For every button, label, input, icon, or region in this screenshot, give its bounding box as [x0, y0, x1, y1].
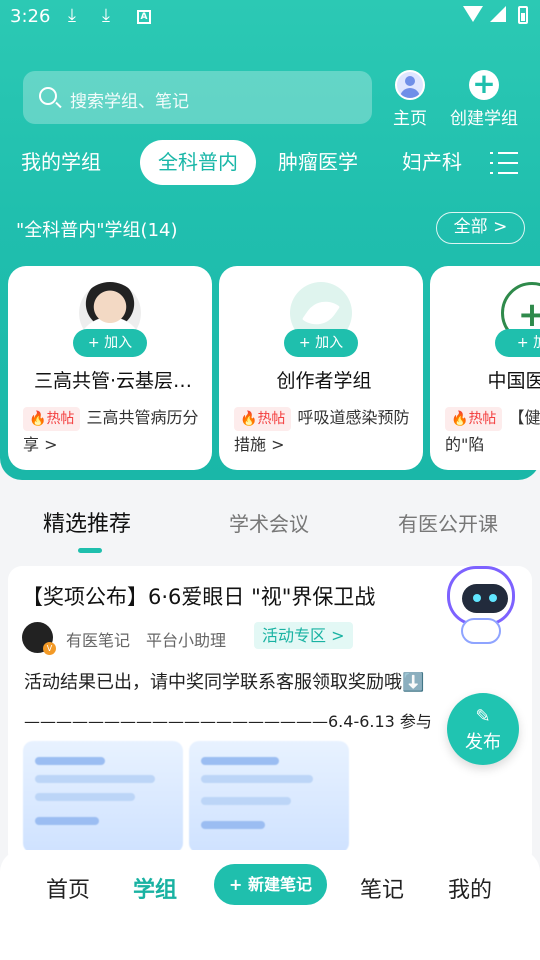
tab-obstetrics[interactable]: 妇产科	[402, 146, 462, 175]
search-icon	[39, 87, 57, 105]
join-button[interactable]: + 加	[495, 329, 540, 357]
hot-badge: 🔥热帖	[445, 407, 503, 431]
nav-home[interactable]: 首页	[46, 872, 90, 904]
hot-post[interactable]: 🔥热帖【健静脉输液的"陷	[445, 404, 540, 458]
plus-icon: +	[469, 70, 499, 100]
group-section-title: "全科普内"学组(14)	[16, 220, 178, 241]
tab-open-course[interactable]: 有医公开课	[398, 508, 498, 537]
publish-label: 发布	[465, 732, 501, 753]
group-card[interactable]: + 加入 创作者学组 🔥热帖 呼吸道感染预防措施 >	[219, 266, 423, 470]
publish-button[interactable]: ✎ 发布	[447, 693, 519, 765]
pen-icon: ✎	[475, 706, 491, 727]
tab-conferences[interactable]: 学术会议	[229, 508, 309, 537]
tab-oncology[interactable]: 肿瘤医学	[278, 146, 358, 175]
wifi-icon	[463, 6, 483, 22]
nav-notes[interactable]: 笔记	[360, 872, 404, 904]
create-group-label: 创建学组	[450, 109, 518, 129]
category-tabs: 我的学组 全科普内 肿瘤医学 妇产科	[0, 140, 540, 186]
bottom-nav: 首页 学组 + 新建笔记 笔记 我的	[0, 850, 540, 960]
avatar-icon	[395, 70, 425, 100]
author-logo	[22, 622, 56, 655]
tab-my-groups[interactable]: 我的学组	[21, 146, 101, 175]
group-card-list: + 加入 三高共管·云基层… 🔥热帖 三高共管病历分享 > + 加入 创作者学组 …	[0, 266, 540, 472]
create-group-button[interactable]: + 创建学组	[444, 70, 524, 130]
group-name: 创作者学组	[276, 370, 372, 392]
group-name: 三高共管·云基层…	[33, 370, 193, 392]
post-title: 【奖项公布】6·6爱眼日 "视"界保卫战	[22, 585, 376, 609]
section-tabs: 精选推荐 学术会议 有医公开课	[0, 488, 540, 558]
join-button[interactable]: + 加入	[73, 329, 147, 357]
post-body-divider: ———————————————————6.4-6.13 参与	[24, 712, 432, 731]
post-body: 活动结果已出，请中奖同学联系客服领取奖励哦⬇️	[24, 672, 425, 693]
battery-icon	[518, 6, 528, 24]
menu-icon[interactable]	[490, 152, 518, 176]
search-placeholder: 搜索学组、笔记	[70, 92, 189, 112]
post-author[interactable]: 有医笔记	[66, 627, 130, 651]
active-tab-indicator	[78, 548, 102, 553]
signal-icon	[490, 6, 506, 22]
home-button[interactable]: 主页	[388, 70, 432, 129]
home-label: 主页	[393, 109, 427, 129]
hot-post[interactable]: 🔥热帖 呼吸道感染预防措施 >	[234, 404, 415, 458]
post-image[interactable]	[189, 741, 349, 853]
tab-featured[interactable]: 精选推荐	[43, 506, 131, 538]
header-hero: 3:26 ⤓ ⤓ A 搜索学组、笔记 主页 + 创建学组 我的学组 全科普内 肿…	[0, 0, 540, 480]
hot-badge: 🔥热帖	[234, 407, 292, 431]
new-note-button[interactable]: + 新建笔记	[214, 864, 327, 905]
join-button[interactable]: + 加入	[284, 329, 358, 357]
author-subtitle: 平台小助理	[146, 631, 227, 650]
post-image[interactable]	[23, 741, 183, 853]
search-input[interactable]: 搜索学组、笔记	[23, 71, 372, 124]
nav-mine[interactable]: 我的	[448, 872, 492, 904]
download-icon: ⤓	[68, 5, 76, 26]
group-card[interactable]: + 加入 三高共管·云基层… 🔥热帖 三高共管病历分享 >	[8, 266, 212, 470]
activity-tag[interactable]: 活动专区 >	[254, 622, 353, 649]
hot-post[interactable]: 🔥热帖 三高共管病历分享 >	[23, 404, 204, 458]
hot-badge: 🔥热帖	[23, 407, 81, 431]
a-icon: A	[137, 10, 151, 24]
clock: 3:26	[10, 6, 51, 27]
nav-groups[interactable]: 学组	[133, 872, 177, 904]
tab-general-medicine[interactable]: 全科普内	[140, 140, 256, 185]
robot-assistant-icon[interactable]	[446, 563, 518, 645]
group-name: 中国医药教	[487, 370, 540, 392]
all-groups-button[interactable]: 全部 >	[436, 212, 525, 244]
group-card[interactable]: + 加 中国医药教 🔥热帖【健静脉输液的"陷	[430, 266, 540, 470]
download-icon: ⤓	[102, 5, 110, 26]
status-bar: 3:26 ⤓ ⤓ A	[0, 0, 540, 38]
